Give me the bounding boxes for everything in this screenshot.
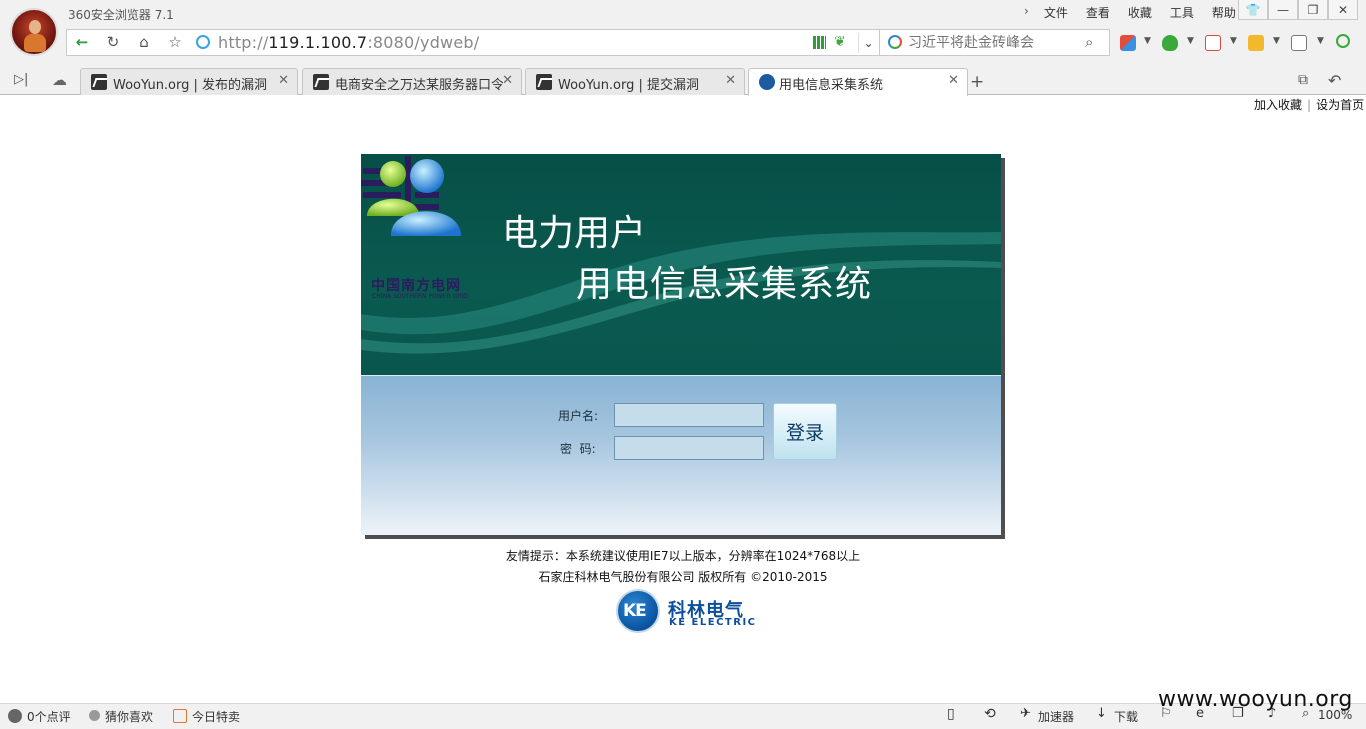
download-button[interactable]: 下载 [1114, 708, 1138, 725]
guess-link[interactable]: 猜你喜欢 [105, 708, 153, 725]
copyright: 石家庄科林电气股份有限公司 版权所有 ©2010-2015 [538, 570, 828, 584]
search-icon[interactable]: ⌕ [1085, 33, 1093, 51]
app-title: 360安全浏览器 7.1 [68, 8, 174, 22]
username-input[interactable] [614, 403, 764, 427]
menu-bar: › 文件 查看 收藏 工具 帮助 [1018, 4, 1245, 22]
close-tab-icon[interactable]: ✕ [948, 73, 959, 88]
refresh-icon[interactable]: ↻ [101, 31, 125, 53]
chevron-right-icon[interactable]: › [1018, 4, 1035, 22]
deals-link[interactable]: 今日特卖 [192, 708, 240, 725]
new-tab-plus-icon[interactable]: + [970, 72, 984, 92]
cloud-icon[interactable]: ☁ [52, 71, 67, 89]
close-tab-icon[interactable]: ✕ [725, 73, 736, 88]
wooyun-favicon-icon [91, 74, 107, 90]
accelerator-button[interactable]: 加速器 [1038, 708, 1074, 725]
site-globe-icon [196, 35, 210, 49]
chevron-down-icon[interactable]: ▼ [1144, 36, 1151, 46]
login-form-area: 用户名: 密 码: 登录 [361, 375, 1001, 535]
browser-tip: 友情提示：本系统建议使用IE7以上版本，分辨率在1024*768以上 [505, 549, 861, 563]
close-tab-icon[interactable]: ✕ [278, 73, 289, 88]
password-input[interactable] [614, 436, 764, 460]
translate-icon[interactable] [1205, 35, 1221, 51]
chevron-down-icon[interactable]: ▼ [1273, 36, 1280, 46]
tab-power-system[interactable]: 用电信息采集系统 ✕ [748, 68, 968, 96]
password-label: 密 码: [560, 442, 596, 456]
tab-wooyun-submit[interactable]: WooYun.org | 提交漏洞 ✕ [525, 68, 745, 95]
screenshot-icon[interactable] [1291, 35, 1307, 51]
search-engine-icon[interactable] [888, 35, 902, 49]
title-bar: 360安全浏览器 7.1 › 文件 查看 收藏 工具 帮助 👕 — ❐ ✕ [0, 0, 1366, 28]
minimize-button[interactable]: — [1268, 0, 1298, 20]
feedback-icon[interactable]: ⟲ [984, 706, 996, 722]
close-tab-icon[interactable]: ✕ [502, 73, 513, 88]
qr-code-icon[interactable] [813, 36, 826, 49]
chevron-down-icon[interactable]: ▼ [1317, 36, 1324, 46]
restore-tabs-icon[interactable]: ⧉ [1298, 72, 1308, 88]
back-arrow-icon[interactable]: ← [70, 31, 94, 53]
top-links: 加入收藏 | 设为首页 [1254, 98, 1365, 112]
csg-logo-text: 中国南方电网 [371, 278, 461, 294]
chevron-down-icon[interactable]: ▼ [1187, 36, 1194, 46]
menu-tools[interactable]: 工具 [1161, 4, 1203, 22]
system-banner: 中国南方电网 CHINA SOUTHERN POWER GRID 电力用户 用电… [361, 154, 1001, 375]
search-input[interactable] [908, 34, 1078, 52]
add-favorite-link[interactable]: 加入收藏 [1254, 98, 1302, 112]
tab-wooyun-published[interactable]: WooYun.org | 发布的漏洞 ✕ [80, 68, 298, 95]
coupon-icon[interactable] [1248, 35, 1264, 51]
wooyun-favicon-icon [536, 74, 552, 90]
maximize-button[interactable]: ❐ [1298, 0, 1328, 20]
wooyun-favicon-icon [313, 74, 329, 90]
leaf-icon[interactable]: ❦ [834, 34, 846, 50]
star-icon[interactable]: ☆ [163, 31, 187, 53]
menu-view[interactable]: 查看 [1077, 4, 1119, 22]
home-icon[interactable]: ⌂ [132, 31, 156, 53]
menu-file[interactable]: 文件 [1035, 4, 1077, 22]
tab-ecommerce-security[interactable]: 电商安全之万达某服务器口令导 ✕ [302, 68, 522, 95]
guess-icon[interactable] [89, 710, 100, 721]
user-avatar[interactable] [10, 8, 58, 56]
page-title-line2: 用电信息采集系统 [576, 264, 873, 305]
gift-icon[interactable] [173, 709, 187, 723]
reviews-link[interactable]: 0个点评 [27, 708, 71, 725]
chevron-down-icon[interactable]: ▼ [1230, 36, 1237, 46]
sidebar-toggle-icon[interactable]: ▷| [14, 72, 28, 87]
close-button[interactable]: ✕ [1328, 0, 1358, 20]
ke-logo-icon: KE [616, 589, 660, 633]
ke-favicon-icon [759, 74, 775, 90]
undo-close-icon[interactable]: ↶ [1328, 71, 1341, 90]
chevron-down-icon[interactable]: ⌄ [858, 33, 878, 53]
mobile-icon[interactable]: ▯ [947, 706, 955, 722]
company-name-english: KE ELECTRIC [669, 617, 757, 628]
url-text[interactable]: http://119.1.100.7:8080/ydweb/ [218, 33, 479, 52]
page-title-line1: 电力用户 [502, 213, 647, 254]
search-box: ⌕ [880, 29, 1110, 56]
csg-logo-english: CHINA SOUTHERN POWER GRID [372, 293, 468, 300]
magnifier-icon[interactable] [1336, 34, 1350, 48]
window-controls: 👕 — ❐ ✕ [1238, 0, 1358, 20]
watermark: www.wooyun.org [1158, 687, 1353, 712]
shield-icon[interactable] [1162, 35, 1178, 51]
apps-icon[interactable] [1120, 35, 1136, 51]
login-button[interactable]: 登录 [773, 403, 837, 460]
set-homepage-link[interactable]: 设为首页 [1316, 98, 1364, 112]
users-icon [367, 159, 461, 236]
download-icon[interactable]: ↓ [1096, 706, 1107, 721]
rocket-icon[interactable]: ✈ [1020, 706, 1031, 721]
username-label: 用户名: [558, 409, 599, 423]
login-panel: 中国南方电网 CHINA SOUTHERN POWER GRID 电力用户 用电… [361, 154, 1001, 535]
review-icon[interactable] [8, 709, 22, 723]
skin-icon[interactable]: 👕 [1238, 0, 1268, 20]
menu-favorites[interactable]: 收藏 [1119, 4, 1161, 22]
